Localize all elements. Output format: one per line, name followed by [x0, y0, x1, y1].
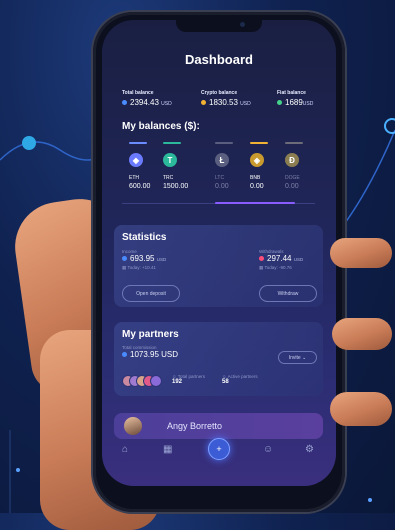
coin-ltc-symbol: LTC — [215, 175, 225, 181]
coin-eth-bar — [129, 142, 147, 144]
withdrawals-value: 297.44 — [267, 254, 292, 263]
user-icon[interactable]: ☺ — [263, 444, 273, 455]
fiat-balance-unit: USD — [302, 101, 314, 107]
partners-title: My partners — [122, 329, 179, 340]
total-commission-value: 1073.95 USD — [130, 350, 179, 359]
avatar — [124, 417, 142, 435]
camera-icon — [240, 22, 245, 27]
coin-eth-symbol: ETH — [129, 175, 139, 181]
statistics-card: Statistics Income 693.95 USD ▦ Today: +1… — [114, 225, 323, 307]
crypto-balance-label: Crypto balance — [201, 90, 238, 96]
calendar-icon: ▦ — [122, 265, 127, 270]
hand-finger-2 — [332, 318, 392, 350]
chevron-down-icon: ⌄ — [302, 354, 307, 361]
coin-doge-amount: 0.00 — [285, 183, 299, 190]
partner-avatars[interactable] — [122, 375, 162, 387]
coin-ltc-bar — [215, 142, 233, 144]
fiat-balance: Fiat balance 1689USD — [277, 90, 313, 107]
total-balance-dot — [122, 100, 127, 106]
coin-bnb-amount: 0.00 — [250, 183, 264, 190]
settings-icon[interactable]: ⚙ — [305, 444, 314, 455]
ethereum-icon: ◆ — [129, 153, 143, 167]
coins-scroll-thumb[interactable] — [215, 202, 295, 204]
total-balance-value: 2394.43 — [130, 98, 159, 107]
active-partners-label: Active partners — [227, 374, 258, 379]
hand-finger-1 — [330, 238, 392, 268]
home-icon[interactable]: ⌂ — [122, 444, 128, 455]
coin-eth-amount: 600.00 — [129, 183, 151, 190]
coin-trc-symbol: TRC — [163, 175, 174, 181]
invite-button[interactable]: Invite ⌄ — [278, 351, 317, 364]
coin-bnb-bar — [250, 142, 268, 144]
fiat-balance-label: Fiat balance — [277, 90, 306, 96]
calendar-icon: ▦ — [259, 265, 264, 270]
withdraw-button[interactable]: Withdraw — [259, 285, 317, 302]
coin-ltc-amount: 0.00 — [215, 183, 229, 190]
crypto-balance: Crypto balance 1830.53 USD — [201, 90, 251, 107]
my-balances-title: My balances ($): — [122, 121, 200, 132]
coin-doge[interactable]: Ð DOGE 0.00 — [285, 142, 315, 190]
total-balance-unit: USD — [161, 101, 172, 107]
coin-trc-bar — [163, 142, 181, 144]
total-partners-value: 192 — [172, 379, 183, 385]
crypto-balance-dot — [201, 100, 206, 106]
open-deposit-button[interactable]: Open deposit — [122, 285, 180, 302]
profile-name: Angy Borretto — [167, 421, 223, 431]
crypto-balance-unit: USD — [240, 101, 251, 107]
profile-card[interactable]: Angy Borretto — [114, 413, 323, 439]
coin-trc[interactable]: T TRC 1500.00 — [163, 142, 193, 190]
coin-doge-bar — [285, 142, 303, 144]
coin-bnb[interactable]: ◈ BNB 0.00 — [250, 142, 280, 190]
withdrawals-unit: USD — [293, 257, 304, 262]
total-balance: Total balance 2394.43 USD — [122, 90, 172, 107]
hand-finger-3 — [330, 392, 392, 426]
active-partners-value: 58 — [222, 379, 229, 385]
dogecoin-icon: Ð — [285, 153, 299, 167]
coin-doge-symbol: DOGE — [285, 175, 300, 181]
invite-label: Invite — [288, 354, 301, 361]
statistics-title: Statistics — [122, 232, 167, 243]
plus-icon[interactable]: + — [208, 438, 230, 460]
grid-icon[interactable]: ▦ — [163, 444, 172, 455]
withdrawals-dot — [259, 256, 264, 262]
withdrawals-today: Today: -90.76 — [264, 265, 292, 270]
income-unit: USD — [156, 257, 167, 262]
coin-ltc[interactable]: Ł LTC 0.00 — [215, 142, 245, 190]
coin-trc-amount: 1500.00 — [163, 183, 189, 190]
income-today: Today: +10.41 — [127, 265, 156, 270]
fiat-balance-dot — [277, 100, 282, 106]
income-value: 693.95 — [130, 254, 155, 263]
partners-card: My partners Total commission 1073.95 USD… — [114, 322, 323, 396]
page-title: Dashboard — [185, 52, 253, 67]
phone-notch — [176, 18, 262, 32]
crypto-balance-value: 1830.53 — [209, 98, 238, 107]
coin-bnb-symbol: BNB — [250, 175, 261, 181]
commission-dot — [122, 352, 127, 358]
fiat-balance-value: 1689 — [285, 98, 303, 107]
avatar — [150, 375, 162, 387]
tron-icon: T — [163, 153, 177, 167]
coin-eth[interactable]: ◆ ETH 600.00 — [129, 142, 159, 190]
binance-icon: ◈ — [250, 153, 264, 167]
total-balance-label: Total balance — [122, 90, 154, 96]
income-dot — [122, 256, 127, 262]
litecoin-icon: Ł — [215, 153, 229, 167]
